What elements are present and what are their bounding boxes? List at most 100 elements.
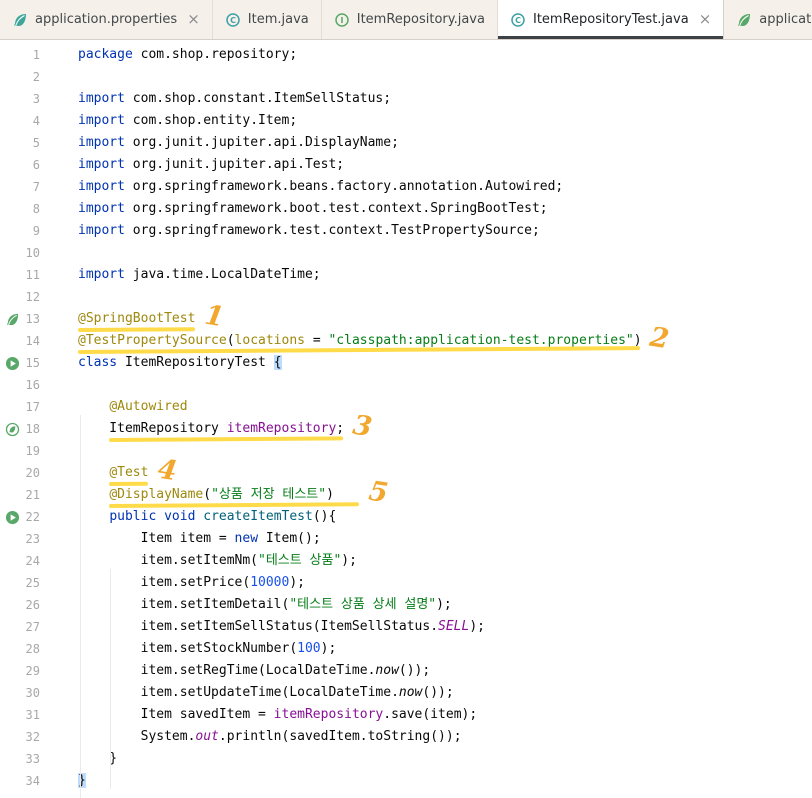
tab-item-repository-java[interactable]: I ItemRepository.java [322,0,498,39]
code-text: ItemRepository itemRepository; [78,421,345,436]
code-line: 13 @SpringBootTest [0,308,812,330]
line-number: 5 [32,136,40,150]
gutter-space [2,616,22,638]
spring-bean-icon[interactable] [5,422,20,437]
gutter-space [2,264,22,286]
gutter-space [2,66,22,88]
code-text: import org.springframework.beans.factory… [78,179,564,194]
line-number: 13 [25,312,40,326]
gutter-space [2,242,22,264]
line-number: 4 [32,114,40,128]
code-line: 34} [0,770,812,792]
gutter-space [2,572,22,594]
line-number: 27 [25,620,40,634]
svg-text:C: C [515,16,521,25]
gutter-space [2,748,22,770]
line-number: 2 [32,70,40,84]
code-line: 12 [0,286,812,308]
spring-leaf-icon[interactable] [5,312,20,327]
code-line: 10 [0,242,812,264]
code-text: class ItemRepositoryTest { [78,355,282,370]
code-line: 31 Item savedItem = itemRepository.save(… [0,704,812,726]
line-number: 30 [25,686,40,700]
svg-text:C: C [230,16,236,25]
line-number: 12 [25,290,40,304]
close-tab-icon[interactable]: × [187,12,200,27]
gutter-space [2,462,22,484]
code-text: import java.time.LocalDateTime; [78,267,321,282]
code-text: import org.junit.jupiter.api.Test; [78,157,345,172]
code-line: 33 } [0,748,812,770]
tab-item-repository-test-java[interactable]: C ItemRepositoryTest.java × [497,0,725,39]
gutter-space [2,726,22,748]
gutter-space [2,44,22,66]
line-number: 7 [32,180,40,194]
code-text: import com.shop.constant.ItemSellStatus; [78,91,392,106]
ide-window: application.properties × C Item.java I ItemRe… [0,0,812,798]
code-line: 14 @TestPropertySource(locations = "class… [0,330,812,352]
line-number: 22 [25,510,40,524]
code-line: 7 import org.springframework.beans.factor… [0,176,812,198]
tab-application-properties[interactable]: application.properties × [0,0,213,39]
interface-icon: I [334,12,350,28]
code-line: 3 import com.shop.constant.ItemSellStatus… [0,88,812,110]
code-line: 15 class ItemRepositoryTest { [0,352,812,374]
run-test-gutter[interactable] [2,506,22,528]
tab-application-properties-2[interactable]: application.properties [724,0,812,39]
gutter-space [2,286,22,308]
line-number: 34 [25,774,40,788]
line-number: 3 [32,92,40,106]
line-number: 11 [25,268,40,282]
tab-label: application.properties [759,12,812,27]
line-number: 23 [25,532,40,546]
class-icon: C [510,12,526,28]
line-number: 28 [25,642,40,656]
code-editor[interactable]: 1 package com.shop.repository; 2 3 import co… [0,40,812,798]
code-line: 2 [0,66,812,88]
code-line: 30 item.setUpdateTime(LocalDateTime.now(… [0,682,812,704]
code-text: System.out.println(savedItem.toString())… [78,729,462,744]
code-line: 4 import com.shop.entity.Item; [0,110,812,132]
line-number: 20 [25,466,40,480]
code-text: item.setItemDetail("테스트 상품 상세 설명"); [78,597,452,612]
run-test-icon[interactable] [5,510,20,525]
code-line: 28 item.setStockNumber(100); [0,638,812,660]
gutter-space [2,528,22,550]
code-line: 17 @Autowired [0,396,812,418]
gutter-space [2,682,22,704]
code-text: item.setItemSellStatus(ItemSellStatus.SE… [78,619,485,634]
gutter-space [2,440,22,462]
code-line: 21 @DisplayName("상품 저장 테스트") [0,484,812,506]
spring-bean-gutter[interactable] [2,418,22,440]
code-line: 20 @Test [0,462,812,484]
gutter-space [2,550,22,572]
run-test-gutter[interactable] [2,352,22,374]
tab-item-java[interactable]: C Item.java [213,0,322,39]
code-line: 11 import java.time.LocalDateTime; [0,264,812,286]
code-text: item.setPrice(10000); [78,575,305,590]
tab-label: Item.java [247,12,309,27]
editor-tab-bar: application.properties × C Item.java I ItemRe… [0,0,812,40]
line-number: 33 [25,752,40,766]
code-text: @Autowired [109,399,188,414]
gutter-space [2,660,22,682]
code-line: 25 item.setPrice(10000); [0,572,812,594]
gutter-space [2,110,22,132]
code-text: import org.springframework.test.context.… [78,223,540,238]
line-number: 31 [25,708,40,722]
line-number: 21 [25,488,40,502]
code-line: 29 item.setRegTime(LocalDateTime.now()); [0,660,812,682]
line-number: 17 [25,400,40,414]
code-text: item.setStockNumber(100); [78,641,337,656]
code-line: 5 import org.junit.jupiter.api.DisplayNam… [0,132,812,154]
spring-leaf-icon [736,12,752,28]
code-text: package com.shop.repository; [78,47,298,62]
run-test-icon[interactable] [5,356,20,371]
tab-label: application.properties [35,12,178,27]
gutter-space [2,374,22,396]
close-tab-icon[interactable]: × [699,12,712,27]
spring-leaf-gutter[interactable] [2,308,22,330]
line-number: 24 [25,554,40,568]
line-number: 10 [25,246,40,260]
class-icon: C [225,12,241,28]
